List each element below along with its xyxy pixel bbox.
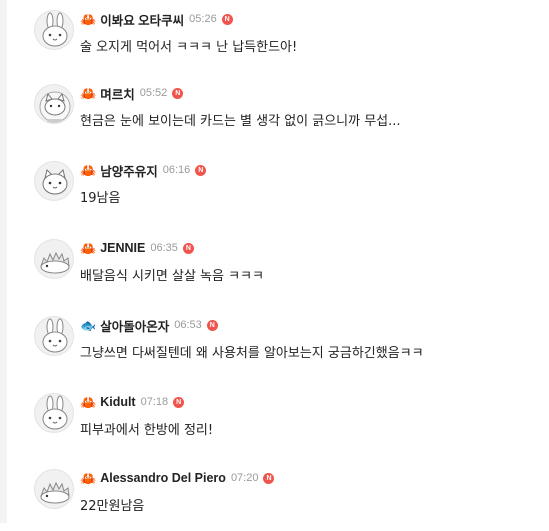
avatar[interactable] xyxy=(34,10,74,50)
comment-text: 그냥쓰면 다써질텐데 왜 사용처를 알아보는지 궁금하긴했음ㅋㅋ xyxy=(80,346,424,361)
cat-avatar-icon xyxy=(42,169,68,195)
timestamp: 07:18 xyxy=(140,396,169,408)
comment-text: 술 오지게 먹어서 ㅋㅋㅋ 난 납득한드아! xyxy=(80,40,298,55)
timestamp: 05:52 xyxy=(139,87,168,99)
left-border-strip xyxy=(0,0,7,523)
crab-badge-icon: 🦀 xyxy=(80,85,97,101)
nickname[interactable]: JENNIE xyxy=(100,241,145,255)
comment-item: 🐟 살아돌아온자 06:53 N 그냥쓰면 다써질텐데 왜 사용처를 알아보는지… xyxy=(34,316,539,378)
comment-item: 🦀 Alessandro Del Piero 07:20 N 22만원남음 xyxy=(34,469,539,531)
comment-item: 🦀 남양주유지 06:16 N 19남음 xyxy=(34,161,539,223)
rabbit-avatar-icon xyxy=(42,395,68,430)
comment-item: 🦀 Kidult 07:18 N 피부과에서 한방에 정리! xyxy=(34,393,539,455)
comment-item: 🦀 JENNIE 06:35 N 배달음식 시키면 살살 녹음 ㅋㅋㅋ xyxy=(34,239,539,301)
avatar[interactable] xyxy=(34,239,74,279)
timestamp: 07:20 xyxy=(230,472,259,484)
new-badge: N xyxy=(221,13,233,25)
new-badge: N xyxy=(206,319,218,331)
comment-text: 현금은 눈에 보이는데 카드는 별 생각 없이 긁으니까 무섭... xyxy=(80,114,401,129)
timestamp: 05:26 xyxy=(189,13,217,25)
hedgehog-avatar-icon xyxy=(40,481,70,504)
comment-text: 배달음식 시키면 살살 녹음 ㅋㅋㅋ xyxy=(80,269,264,284)
avatar[interactable] xyxy=(34,469,74,509)
new-badge: N xyxy=(172,87,184,99)
timestamp: 06:16 xyxy=(162,164,191,176)
timestamp: 06:35 xyxy=(150,242,178,254)
new-badge: N xyxy=(173,396,185,408)
new-badge: N xyxy=(182,242,194,254)
crab-badge-icon: 🦀 xyxy=(80,470,97,486)
nickname[interactable]: 살아돌아온자 xyxy=(100,316,169,335)
crab-badge-icon: 🦀 xyxy=(80,394,97,410)
hedgehog-avatar-icon xyxy=(40,251,70,274)
rabbit-avatar-icon xyxy=(42,12,68,47)
nickname[interactable]: 며르치 xyxy=(100,84,135,103)
crab-badge-icon: 🦀 xyxy=(80,11,97,27)
nickname[interactable]: Kidult xyxy=(100,395,135,409)
nickname[interactable]: 이봐요 오타쿠씨 xyxy=(100,10,184,29)
comment-item: 🦀 이봐요 오타쿠씨 05:26 N 술 오지게 먹어서 ㅋㅋㅋ 난 납득한드아… xyxy=(34,10,539,72)
avatar[interactable] xyxy=(34,316,74,356)
avatar[interactable] xyxy=(34,84,74,124)
nickname[interactable]: 남양주유지 xyxy=(100,161,158,180)
comment-item: 🦀 며르치 05:52 N 현금은 눈에 보이는데 카드는 별 생각 없이 긁으… xyxy=(34,84,539,146)
crab-badge-icon: 🦀 xyxy=(80,240,97,256)
rabbit-avatar-icon xyxy=(42,318,68,353)
new-badge: N xyxy=(195,164,207,176)
comment-text: 피부과에서 한방에 정리! xyxy=(80,423,214,438)
crab-badge-icon: 🦀 xyxy=(80,162,97,178)
nickname[interactable]: Alessandro Del Piero xyxy=(100,471,226,485)
comment-text: 19남음 xyxy=(80,191,121,206)
new-badge: N xyxy=(263,472,275,484)
comment-text: 22만원남음 xyxy=(80,499,145,514)
fish-badge-icon: 🐟 xyxy=(80,317,97,333)
avatar[interactable] xyxy=(34,161,74,201)
cat-globe-avatar-icon xyxy=(39,91,71,123)
avatar[interactable] xyxy=(34,393,74,433)
timestamp: 06:53 xyxy=(174,319,202,331)
